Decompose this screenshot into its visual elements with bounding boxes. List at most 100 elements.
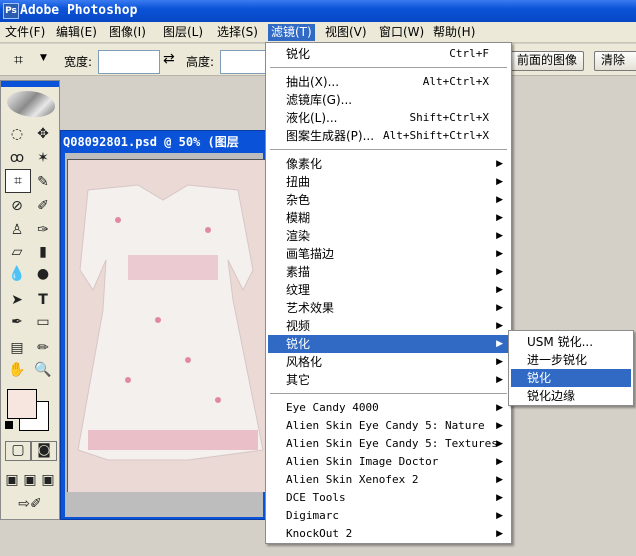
filter-menu-item[interactable]: 扭曲 ▶	[268, 173, 509, 191]
dress-image	[77, 184, 264, 461]
filter-menu-item[interactable]: Alien Skin Xenofex 2 ▶	[268, 471, 509, 489]
menu-image[interactable]: 图像(I)	[106, 24, 149, 41]
menu-window[interactable]: 窗口(W)	[376, 24, 427, 41]
sharpen-submenu-item[interactable]: 锐化	[511, 369, 631, 387]
filter-menu-item[interactable]: DCE Tools ▶	[268, 489, 509, 507]
menu-item-label: 其它	[286, 373, 311, 387]
zoom-tool-icon[interactable]: 🔍	[31, 359, 55, 381]
notes-tool-icon[interactable]: ▤	[5, 337, 29, 359]
marquee-tool-icon[interactable]: ◌	[5, 123, 29, 145]
default-colors-icon[interactable]	[5, 421, 13, 429]
sharpen-submenu-item[interactable]: 锐化边缘	[511, 387, 631, 405]
document-workspace	[65, 153, 268, 517]
filter-menu-item[interactable]: Alien Skin Image Doctor ▶	[268, 453, 509, 471]
pen-tool-icon[interactable]: ✒	[5, 311, 29, 333]
filter-menu-item[interactable]: 抽出(X)... Alt+Ctrl+X	[268, 73, 509, 91]
filter-menu-item[interactable]: 艺术效果 ▶	[268, 299, 509, 317]
history-brush-tool-icon[interactable]: ✑	[31, 219, 55, 241]
eyedropper-tool-icon[interactable]: ✏	[31, 337, 55, 359]
sharpen-submenu-item[interactable]: 进一步锐化	[511, 351, 631, 369]
swap-dimensions-icon[interactable]: ⇄	[163, 51, 175, 67]
filter-menu-item[interactable]: 风格化 ▶	[268, 353, 509, 371]
brush-tool-icon[interactable]: ✐	[31, 195, 55, 217]
filter-menu-item[interactable]: 图案生成器(P)... Alt+Shift+Ctrl+X	[268, 127, 509, 145]
menu-file[interactable]: 文件(F)	[2, 24, 48, 41]
front-image-button[interactable]: 前面的图像	[510, 51, 585, 71]
clone-stamp-tool-icon[interactable]: ♙	[5, 219, 29, 241]
menu-select[interactable]: 选择(S)	[214, 24, 261, 41]
filter-menu-item[interactable]: 其它 ▶	[268, 371, 509, 389]
filter-menu-item[interactable]: 像素化 ▶	[268, 155, 509, 173]
submenu-arrow-icon: ▶	[496, 159, 503, 169]
blur-tool-icon[interactable]: 💧	[5, 263, 29, 285]
height-input[interactable]	[220, 50, 270, 74]
menu-help[interactable]: 帮助(H)	[430, 24, 478, 41]
healing-brush-tool-icon[interactable]: ⊘	[5, 195, 29, 217]
width-input[interactable]	[98, 50, 160, 74]
submenu-arrow-icon: ▶	[496, 303, 503, 313]
lasso-tool-icon[interactable]: ꝏ	[5, 147, 29, 169]
filter-menu-item[interactable]: Alien Skin Eye Candy 5: Nature ▶	[268, 417, 509, 435]
filter-menu-item[interactable]: 液化(L)... Shift+Ctrl+X	[268, 109, 509, 127]
dodge-tool-icon[interactable]: ●	[31, 263, 55, 285]
submenu-arrow-icon: ▶	[496, 195, 503, 205]
shape-tool-icon[interactable]: ▭	[31, 311, 55, 333]
filter-menu-item[interactable]: 滤镜库(G)...	[268, 91, 509, 109]
filter-menu-item[interactable]: 素描 ▶	[268, 263, 509, 281]
magic-wand-tool-icon[interactable]: ✶	[31, 147, 55, 169]
submenu-arrow-icon: ▶	[496, 475, 503, 485]
submenu-arrow-icon: ▶	[496, 231, 503, 241]
quick-mask-mode-icon[interactable]: ◙	[31, 441, 57, 461]
menu-item-label: 风格化	[286, 355, 323, 369]
eraser-tool-icon[interactable]: ▱	[5, 241, 29, 263]
type-tool-icon[interactable]: T	[31, 289, 55, 311]
filter-menu-item[interactable]: Digimarc ▶	[268, 507, 509, 525]
menu-item-label: DCE Tools	[286, 491, 346, 504]
menu-layer[interactable]: 图层(L)	[160, 24, 206, 41]
menu-edit[interactable]: 编辑(E)	[53, 24, 100, 41]
sharpen-submenu-item[interactable]: USM 锐化...	[511, 333, 631, 351]
menu-item-label: Digimarc	[286, 509, 339, 522]
image-canvas[interactable]	[67, 159, 268, 492]
menu-item-label: 抽出(X)...	[286, 75, 340, 89]
menu-item-label: 滤镜库(G)...	[286, 93, 353, 107]
menu-filter[interactable]: 滤镜(T)	[268, 24, 315, 41]
filter-menu-item[interactable]: 画笔描边 ▶	[268, 245, 509, 263]
menu-item-label: Eye Candy 4000	[286, 401, 379, 414]
filter-menu-item[interactable]: 杂色 ▶	[268, 191, 509, 209]
clear-button[interactable]: 清除	[594, 51, 636, 71]
filter-menu-item[interactable]: KnockOut 2 ▶	[268, 525, 509, 543]
filter-menu-item[interactable]: Alien Skin Eye Candy 5: Textures ▶	[268, 435, 509, 453]
slice-tool-icon[interactable]: ✎	[31, 171, 55, 193]
submenu-arrow-icon: ▶	[496, 213, 503, 223]
filter-menu-item[interactable]: 纹理 ▶	[268, 281, 509, 299]
filter-menu-item[interactable]: 锐化 Ctrl+F	[268, 45, 509, 63]
filter-menu-item[interactable]: 锐化 ▶	[268, 335, 509, 353]
filter-menu-item[interactable]: 渲染 ▶	[268, 227, 509, 245]
tool-preset-chevron-down-icon[interactable]: ▼	[40, 53, 47, 63]
crop-tool-selected-icon[interactable]: ⌗	[5, 169, 31, 193]
filter-menu-item[interactable]: Eye Candy 4000 ▶	[268, 399, 509, 417]
full-screen-menu-mode-icon[interactable]: ▣	[21, 469, 39, 491]
crop-tool-icon[interactable]: ⌗	[14, 50, 23, 70]
filter-menu-item[interactable]: 视频 ▶	[268, 317, 509, 335]
menu-item-label: 像素化	[286, 157, 323, 171]
jump-to-imageready-icon[interactable]: ⇨✐	[5, 493, 55, 515]
standard-mode-icon[interactable]: ▢	[5, 441, 31, 461]
hand-tool-icon[interactable]: ✋	[5, 359, 29, 381]
move-tool-icon[interactable]: ✥	[31, 123, 55, 145]
feather-logo-icon[interactable]	[7, 91, 55, 117]
filter-menu-item[interactable]: 模糊 ▶	[268, 209, 509, 227]
standard-screen-mode-icon[interactable]: ▣	[3, 469, 21, 491]
submenu-arrow-icon: ▶	[496, 321, 503, 331]
app-title: Adobe Photoshop	[20, 3, 138, 18]
document-window: Q08092801.psd @ 50% (图层	[60, 130, 268, 520]
gradient-tool-icon[interactable]: ▮	[31, 241, 55, 263]
toolbox-header[interactable]	[1, 81, 59, 87]
document-title: Q08092801.psd @ 50% (图层	[63, 135, 239, 149]
full-screen-mode-icon[interactable]: ▣	[39, 469, 57, 491]
menu-view[interactable]: 视图(V)	[322, 24, 370, 41]
path-selection-tool-icon[interactable]: ➤	[5, 289, 29, 311]
foreground-color-swatch[interactable]	[7, 389, 37, 419]
menu-item-label: 液化(L)...	[286, 111, 338, 125]
